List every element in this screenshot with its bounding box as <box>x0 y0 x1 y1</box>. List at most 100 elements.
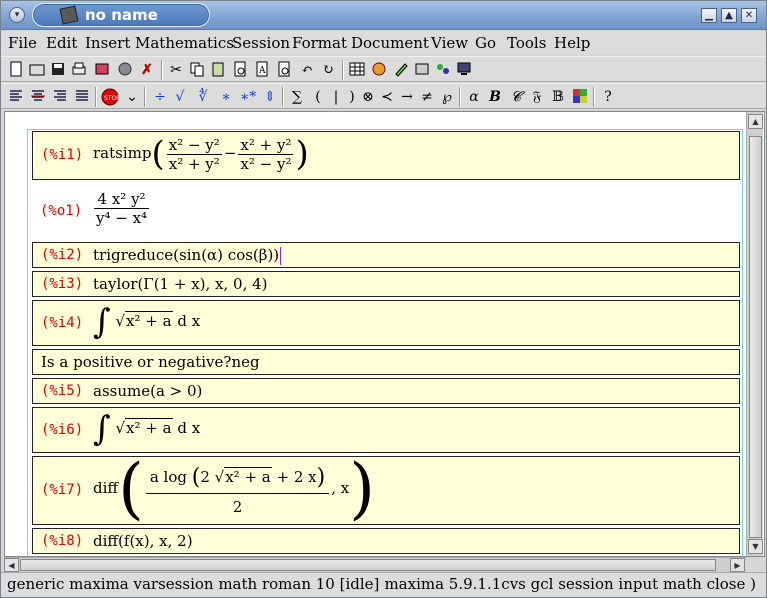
input-field-i2[interactable]: (%i2) trigreduce(sin(α) cos(β)) <box>32 242 740 268</box>
input-field-i7[interactable]: (%i7) diff(a log (2 √x² + a + 2 x) 2, x) <box>32 456 740 525</box>
menu-view[interactable]: View <box>431 34 468 52</box>
cut-icon[interactable]: ✂ <box>167 61 185 79</box>
menu-session[interactable]: Session <box>232 34 290 52</box>
differential: d x <box>177 312 201 330</box>
preview-icon[interactable] <box>231 61 249 79</box>
question-text[interactable]: Is a positive or negative?neg <box>41 353 260 371</box>
menu-help[interactable]: Help <box>554 34 590 52</box>
fraktur-icon[interactable]: 𝔉 <box>528 88 546 106</box>
title-bar[interactable]: ▾ no name ▁ ▲ ✕ <box>1 1 766 30</box>
menu-mathematics[interactable]: Mathematics <box>135 34 234 52</box>
search-icon[interactable]: A <box>253 61 271 79</box>
vertical-scroll-thumb[interactable] <box>749 136 762 538</box>
redo-icon[interactable]: ↻ <box>319 61 337 79</box>
input-field-i8[interactable]: (%i8) diff(f(x), x, 2) <box>32 528 740 554</box>
input-field-i1[interactable]: (%i1) ratsimp(x² − y² x² + y² − x² + y² x² −… <box>32 131 740 180</box>
scroll-left-arrow-icon[interactable]: ◀ <box>4 558 19 572</box>
vertical-scrollbar[interactable]: ▲ ▼ <box>746 112 763 556</box>
math-toolbar: STOP ⌄ ÷ √ ∜ ∗ ∗* ⇕ ∑ ( | ) ⊗ ≺ → ≠ ℘ α … <box>1 83 766 109</box>
left-paren-icon[interactable]: ( <box>309 88 327 106</box>
prec-icon[interactable]: ≺ <box>378 88 396 106</box>
close-button[interactable]: ✕ <box>741 8 757 23</box>
menu-go[interactable]: Go <box>475 34 496 52</box>
input-text[interactable]: assume(a > 0) <box>93 382 202 400</box>
help-icon[interactable]: ? <box>599 88 617 106</box>
print-icon[interactable] <box>70 61 88 79</box>
math-expression[interactable]: trigreduce(sin(α) cos(β)) <box>93 246 282 265</box>
superscript-icon[interactable]: ∗* <box>239 88 257 106</box>
menu-document[interactable]: Document <box>351 34 429 52</box>
menu-edit[interactable]: Edit <box>46 34 77 52</box>
justify-icon[interactable] <box>73 88 91 106</box>
scroll-down-arrow-icon[interactable]: ▼ <box>748 539 763 554</box>
operator: − <box>223 144 237 162</box>
weierstrass-icon[interactable]: ℘ <box>438 88 456 106</box>
not-equal-icon[interactable]: ≠ <box>418 88 436 106</box>
menu-format[interactable]: Format <box>292 34 347 52</box>
align-center-icon[interactable] <box>29 88 47 106</box>
export-icon[interactable] <box>93 61 111 79</box>
screen-icon[interactable] <box>455 61 473 79</box>
web-icon[interactable] <box>116 61 134 79</box>
otimes-icon[interactable]: ⊗ <box>359 88 377 106</box>
divide-icon[interactable]: ÷ <box>151 88 169 106</box>
question-field[interactable]: Is a positive or negative?neg <box>32 349 740 375</box>
stop-icon[interactable]: STOP <box>101 88 120 106</box>
fraction-numerator: 4 x² y² <box>94 190 150 209</box>
new-document-icon[interactable] <box>7 61 25 79</box>
scroll-right-arrow-icon[interactable]: ▶ <box>730 558 745 572</box>
window-menu-button[interactable]: ▾ <box>9 7 25 23</box>
math-output: 4 x² y² y⁴ − x⁴ <box>92 190 151 227</box>
spell-icon[interactable] <box>434 61 452 79</box>
close-x-icon[interactable]: ✗ <box>138 61 156 79</box>
prompt-label: (%i8) <box>41 533 84 549</box>
math-expression: diff(a log (2 √x² + a + 2 x) 2, x) <box>93 450 375 527</box>
calligraphic-icon[interactable]: 𝓒 <box>507 88 525 106</box>
paste-icon[interactable] <box>209 61 227 79</box>
blackboard-icon[interactable]: 𝔹 <box>549 88 567 106</box>
menu-insert[interactable]: Insert <box>85 34 130 52</box>
input-text[interactable]: diff(f(x), x, 2) <box>93 532 193 550</box>
greek-alpha-icon[interactable]: α <box>465 88 483 106</box>
horizontal-scrollbar[interactable]: ◀ ▶ <box>4 557 746 572</box>
pen-icon[interactable] <box>392 61 410 79</box>
input-text[interactable]: trigreduce(sin(α) cos(β)) <box>93 246 279 264</box>
color-icon[interactable] <box>370 61 388 79</box>
title-pill[interactable]: no name <box>32 3 210 27</box>
menu-file[interactable]: File <box>8 34 37 52</box>
sqrt-icon[interactable]: √ <box>171 88 189 106</box>
save-disk-icon[interactable] <box>49 61 67 79</box>
sum-icon[interactable]: ∑ <box>288 88 306 106</box>
maximize-button[interactable]: ▲ <box>721 8 737 23</box>
align-left-icon[interactable] <box>7 88 25 106</box>
chevron-down-icon[interactable]: ⌄ <box>123 88 141 106</box>
minimize-button[interactable]: ▁ <box>701 8 717 23</box>
subscript-icon[interactable]: ∗ <box>217 88 235 106</box>
bold-icon[interactable]: B <box>486 88 504 106</box>
copy-icon[interactable] <box>188 61 206 79</box>
input-field-i3[interactable]: (%i3) taylor(Γ(1 + x), x, 0, 4) <box>32 271 740 297</box>
arrow-right-icon[interactable]: → <box>398 88 416 106</box>
menu-tools[interactable]: Tools <box>507 34 546 52</box>
table-icon[interactable] <box>348 61 366 79</box>
input-field-i4[interactable]: (%i4) ∫ √x² + a d x <box>32 300 740 346</box>
above-below-icon[interactable]: ⇕ <box>261 88 279 106</box>
undo-icon[interactable]: ↶ <box>298 61 316 79</box>
input-text[interactable]: taylor(Γ(1 + x), x, 0, 4) <box>93 275 268 293</box>
math-expression: ∫ √x² + a d x <box>93 409 201 449</box>
align-right-icon[interactable] <box>51 88 69 106</box>
scroll-up-arrow-icon[interactable]: ▲ <box>748 114 763 129</box>
prompt-label: (%i7) <box>41 482 84 498</box>
radicand: x² + a <box>224 466 272 486</box>
color-grid-icon[interactable] <box>571 88 589 106</box>
horizontal-scroll-thumb[interactable] <box>20 559 716 571</box>
input-field-i6[interactable]: (%i6) ∫ √x² + a d x <box>32 407 740 453</box>
numerator-coefficient: 2 <box>200 467 210 486</box>
input-field-i5[interactable]: (%i5) assume(a > 0) <box>32 378 740 404</box>
open-folder-icon[interactable] <box>28 61 46 79</box>
window-icon[interactable] <box>413 61 431 79</box>
math-expression: ratsimp(x² − y² x² + y² − x² + y² x² − y²) <box>93 134 309 174</box>
replace-icon[interactable] <box>275 61 293 79</box>
document-area[interactable]: (%i1) ratsimp(x² − y² x² + y² − x² + y² x² −… <box>4 111 765 569</box>
nth-root-icon[interactable]: ∜ <box>194 88 212 106</box>
